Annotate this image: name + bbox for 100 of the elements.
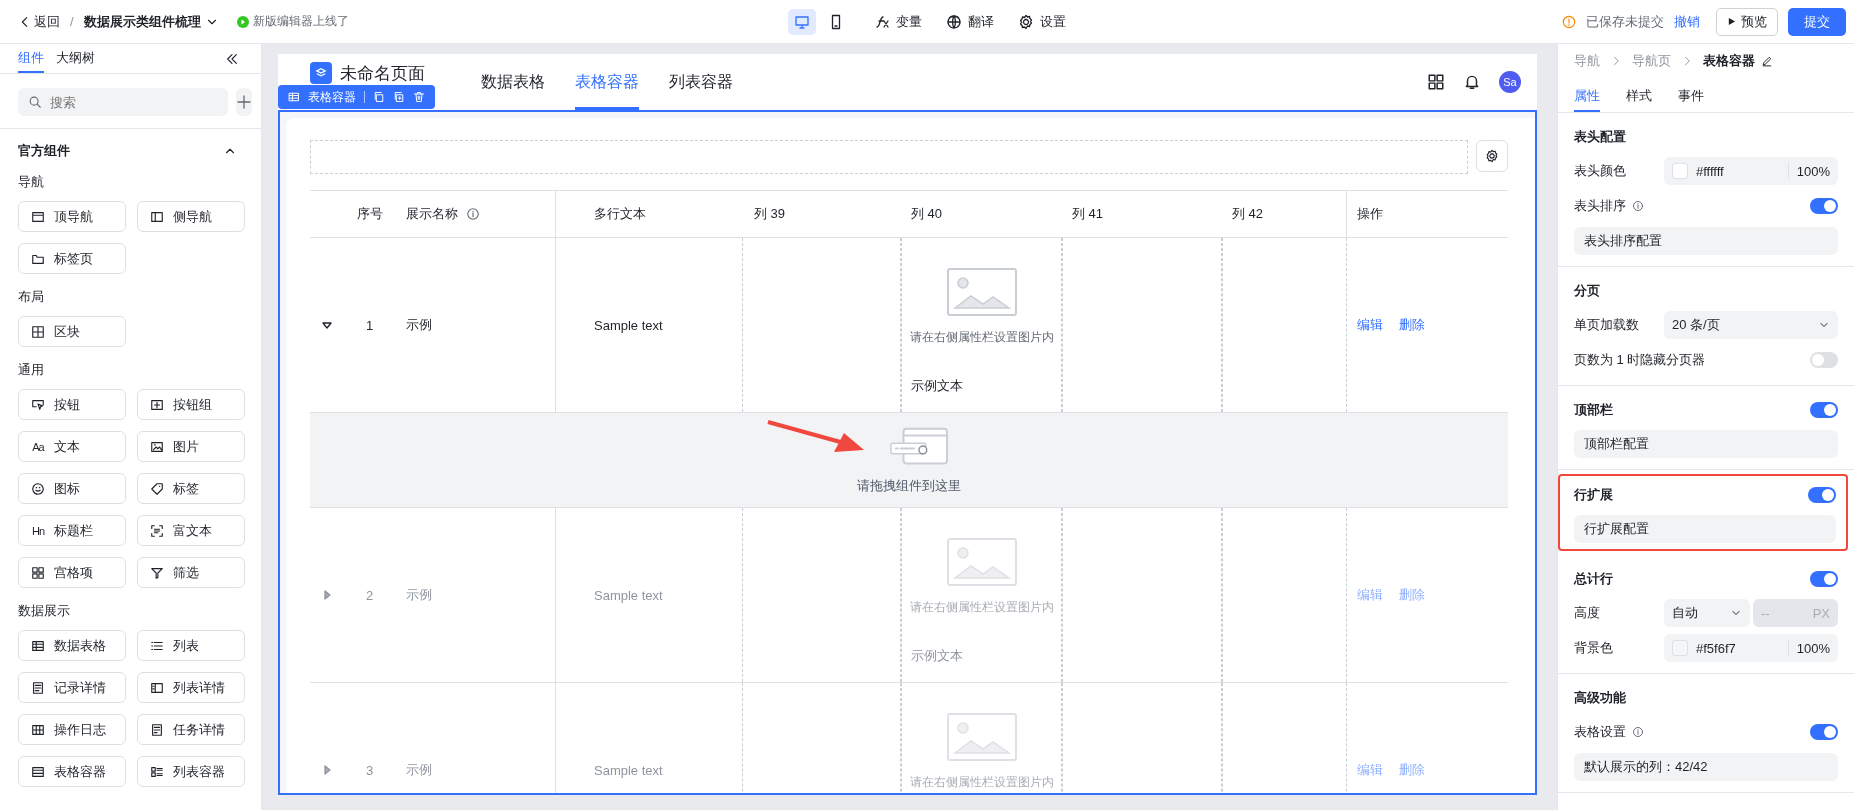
component-item[interactable]: 按钮 [18,389,126,420]
bell-icon[interactable] [1463,73,1481,91]
device-toggle[interactable] [788,8,816,35]
group-title: 数据展示 [18,602,71,620]
play-badge-icon [236,15,249,28]
panel-tab[interactable]: 样式 [1626,72,1652,112]
component-item[interactable]: 任务详情 [137,714,245,745]
toolbar-button[interactable]: 翻译 [946,12,994,31]
color-field[interactable]: #f5f6f7 100% [1664,634,1838,662]
component-item[interactable]: 表格容器 [18,756,126,787]
section-title: 总计行 [1574,570,1613,588]
toggle-switch[interactable] [1810,571,1838,587]
select-field[interactable]: 20 条/页 [1664,311,1838,339]
play-icon [1727,17,1736,26]
four-squares-icon [31,565,45,580]
scan-text-icon [150,523,164,538]
window-icon [31,209,45,224]
panel-tab[interactable]: 大纲树 [56,44,95,73]
field-label: 页数为 1 时隐藏分页器 [1574,351,1706,369]
expand-caret-icon[interactable] [321,320,332,330]
copy-icon[interactable] [373,91,385,103]
component-item[interactable]: 数据表格 [18,630,126,661]
delete-icon[interactable] [413,91,425,103]
component-item[interactable]: 筛选 [137,557,245,588]
panel-tab[interactable]: 组件 [18,44,44,73]
image-hint: 请在右侧属性栏设置图片内 [909,330,1054,345]
component-item[interactable]: 列表 [137,630,245,661]
add-button[interactable] [236,88,252,116]
color-field[interactable]: #ffffff 100% [1664,157,1838,185]
project-dropdown[interactable]: 数据展示类组件梳理 [83,12,219,31]
breadcrumb-separator: / [70,14,74,29]
toggle-switch[interactable] [1810,724,1838,740]
component-item[interactable]: 顶导航 [18,201,126,232]
field-label: 表头颜色 [1574,162,1627,180]
duplicate-icon[interactable] [393,91,405,103]
component-item[interactable]: 标签页 [18,243,126,274]
config-button[interactable]: 默认展示的列：42/42 [1574,753,1838,781]
tag-icon [150,481,164,496]
toolbar-button[interactable]: 变量 [874,12,922,31]
component-item[interactable]: 标签 [137,473,245,504]
config-button[interactable]: 顶部栏配置 [1574,430,1838,458]
section-title: 分页 [1574,282,1600,300]
column-header: 列 40 [910,205,944,223]
toggle-switch[interactable] [1808,487,1836,503]
nav-tab[interactable]: 列表容器 [669,54,733,110]
action-link[interactable]: 删除 [1399,316,1425,334]
image-placeholder-icon [946,713,1017,761]
info-icon [466,207,480,221]
settings-icon [1018,13,1034,30]
preview-button[interactable]: 预览 [1716,7,1778,36]
component-item[interactable]: Aa 文本 [18,431,126,462]
collapse-icon[interactable] [225,51,239,66]
settings-button[interactable] [1476,140,1508,172]
group-title: 布局 [18,288,45,306]
toggle-switch[interactable] [1810,352,1838,368]
action-link[interactable]: 编辑 [1357,316,1383,334]
field-label: 背景色 [1574,639,1614,657]
column-header: 列 42 [1222,191,1347,237]
user-avatar[interactable]: Sa [1499,71,1521,93]
selection-label: 表格容器 [308,88,356,106]
panel-tab[interactable]: 事件 [1678,72,1704,112]
component-item[interactable]: 宫格项 [18,557,126,588]
table-icon [31,638,45,653]
table-cell: Sample text [594,317,663,333]
component-item[interactable]: 操作日志 [18,714,126,745]
settings-icon [1485,149,1499,163]
image-placeholder-icon [946,268,1017,316]
table-cell: 2 [365,587,374,603]
component-item[interactable]: 列表容器 [137,756,245,787]
submit-button[interactable]: 提交 [1788,7,1846,36]
select-field[interactable]: 自动 [1664,599,1750,627]
grid-icon[interactable] [1427,73,1445,91]
table-cell: 示例 [406,316,432,334]
component-item[interactable]: Hn 标题栏 [18,515,126,546]
edit-icon[interactable] [1761,55,1773,67]
column-header: 操作 [1356,205,1384,223]
component-item[interactable]: 图标 [18,473,126,504]
toggle-switch[interactable] [1810,198,1838,214]
toolbar-button[interactable]: 设置 [1018,12,1066,31]
search-field[interactable]: 搜索 [18,88,228,116]
component-item[interactable]: 按钮组 [137,389,245,420]
config-button[interactable]: 表头排序配置 [1574,227,1838,255]
component-item[interactable]: 列表详情 [137,672,245,703]
font-icon: Aa [31,440,45,453]
component-item[interactable]: 记录详情 [18,672,126,703]
component-item[interactable]: 富文本 [137,515,245,546]
search-icon [28,95,42,109]
component-item[interactable]: 区块 [18,316,126,347]
back-button[interactable]: 返回 [18,12,60,31]
panel-tab[interactable]: 属性 [1574,72,1600,112]
nav-tab[interactable]: 数据表格 [481,54,545,110]
notice-link[interactable]: 新版编辑器上线了 [236,13,349,30]
save-status: 已保存未提交 [1586,12,1664,31]
toggle-switch[interactable] [1810,402,1838,418]
undo-link[interactable]: 撤销 [1674,12,1700,31]
document-icon [150,722,164,737]
config-button[interactable]: 行扩展配置 [1574,515,1836,543]
globe-icon [946,13,962,30]
component-item[interactable]: 侧导航 [137,201,245,232]
component-item[interactable]: 图片 [137,431,245,462]
